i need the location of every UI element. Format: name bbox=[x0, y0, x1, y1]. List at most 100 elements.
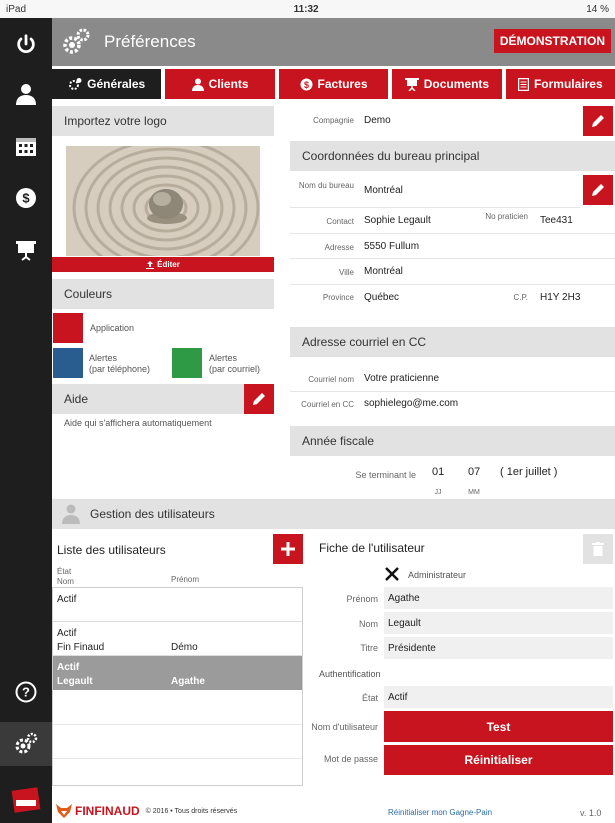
table-row[interactable]: Actif Fin Finaud Démo bbox=[53, 622, 302, 656]
user-icon bbox=[191, 78, 204, 91]
users-list-title: Liste des utilisateurs bbox=[57, 543, 166, 557]
edit-logo-button[interactable]: Éditer bbox=[52, 257, 274, 272]
fiscal-section-title: Année fiscale bbox=[302, 434, 375, 448]
dollar-icon: $ bbox=[300, 78, 312, 90]
dollar-icon[interactable]: $ bbox=[0, 176, 52, 220]
preferences-gears-icon bbox=[63, 28, 90, 54]
title-bar: Préférences DÉMONSTRATION bbox=[52, 18, 615, 66]
first-name-label: Prénom bbox=[346, 594, 378, 604]
fiscal-note: ( 1er juillet ) bbox=[500, 466, 558, 478]
fiscal-month-value[interactable]: 07 bbox=[468, 466, 480, 478]
admin-label: Administrateur bbox=[408, 570, 467, 580]
company-label: Compagnie bbox=[313, 116, 354, 125]
postal-code-value[interactable]: H1Y 2H3 bbox=[540, 292, 580, 303]
address-value[interactable]: 5550 Fullum bbox=[364, 241, 419, 252]
plus-icon bbox=[281, 542, 295, 556]
copyright: © 2016 • Tous droits réservés bbox=[145, 807, 238, 815]
trash-icon bbox=[592, 542, 604, 556]
edit-help-button[interactable] bbox=[244, 384, 274, 414]
colors-section-header: Couleurs bbox=[52, 279, 274, 309]
user-name: Legault bbox=[57, 676, 93, 687]
logo-image[interactable] bbox=[66, 146, 260, 256]
fiscal-day-value[interactable]: 01 bbox=[432, 466, 444, 478]
col-name-header: Nom bbox=[57, 577, 74, 586]
alerts-phone-label: Alertes bbox=[89, 353, 118, 363]
pencil-icon bbox=[592, 184, 604, 196]
svg-text:?: ? bbox=[22, 685, 30, 700]
power-icon[interactable] bbox=[0, 22, 52, 66]
application-color-swatch[interactable] bbox=[53, 313, 83, 343]
tab-general[interactable]: Générales bbox=[52, 69, 162, 99]
close-x-icon bbox=[385, 567, 399, 581]
help-section-title: Aide bbox=[64, 392, 89, 406]
office-name-value[interactable]: Montréal bbox=[364, 185, 403, 196]
footer-brand: FINFINAUD © 2016 • Tous droits réservés bbox=[56, 804, 237, 818]
edit-logo-label: Éditer bbox=[157, 260, 180, 269]
delete-user-button[interactable] bbox=[583, 534, 613, 564]
admin-checkbox[interactable] bbox=[384, 566, 400, 582]
logo-section-title: Importez votre logo bbox=[64, 114, 167, 128]
job-title-label: Titre bbox=[360, 643, 378, 653]
city-value[interactable]: Montréal bbox=[364, 266, 403, 277]
app-logo-icon bbox=[0, 778, 52, 822]
user-icon[interactable] bbox=[0, 72, 52, 116]
practitioner-no-value[interactable]: Tee431 bbox=[540, 215, 573, 226]
province-value[interactable]: Québec bbox=[364, 292, 399, 303]
province-label: Province bbox=[322, 293, 354, 302]
fiscal-day-label: JJ bbox=[434, 489, 442, 496]
application-color-label: Application bbox=[90, 323, 135, 333]
tab-clients[interactable]: Clients bbox=[165, 69, 275, 99]
alerts-phone-color-swatch[interactable] bbox=[53, 348, 83, 378]
tab-documents[interactable]: Documents bbox=[392, 69, 502, 99]
upload-icon bbox=[146, 260, 155, 269]
svg-text:$: $ bbox=[22, 191, 30, 206]
alerts-email-sublabel: (par courriel) bbox=[209, 364, 261, 374]
office-name-label: Nom du bureau bbox=[298, 181, 354, 190]
cc-email-value[interactable]: sophielego@me.com bbox=[364, 398, 458, 409]
company-value[interactable]: Demo bbox=[364, 115, 391, 126]
last-name-field[interactable]: Legault bbox=[384, 612, 613, 634]
demo-badge[interactable]: DÉMONSTRATION bbox=[493, 29, 611, 53]
help-section-header: Aide bbox=[52, 384, 274, 414]
first-name-field[interactable]: Agathe bbox=[384, 587, 613, 609]
edit-office-button[interactable] bbox=[583, 175, 613, 205]
tab-forms[interactable]: Formulaires bbox=[505, 69, 615, 99]
reset-password-button[interactable]: Réinitialiser bbox=[384, 745, 613, 775]
divider bbox=[53, 724, 302, 725]
contact-label: Contact bbox=[326, 217, 354, 226]
tab-invoices[interactable]: $ Factures bbox=[278, 69, 389, 99]
postal-code-label: C.P. bbox=[513, 293, 528, 302]
edit-company-button[interactable] bbox=[583, 106, 613, 136]
job-title-field[interactable]: Présidente bbox=[384, 637, 613, 659]
cc-section-header: Adresse courriel en CC bbox=[290, 327, 615, 357]
alerts-email-label: Alertes bbox=[209, 353, 238, 363]
gears-icon bbox=[69, 78, 82, 90]
cc-name-label: Courriel nom bbox=[308, 375, 354, 384]
office-section-title: Coordonnées du bureau principal bbox=[302, 149, 480, 163]
alerts-phone-sublabel: (par téléphone) bbox=[89, 364, 151, 374]
side-nav: $ ? bbox=[0, 18, 52, 823]
add-user-button[interactable] bbox=[273, 534, 303, 564]
divider bbox=[290, 284, 615, 285]
users-section-title: Gestion des utilisateurs bbox=[90, 507, 215, 521]
fiscal-ending-label: Se terminant le bbox=[355, 470, 416, 480]
divider bbox=[290, 391, 615, 392]
username-button[interactable]: Test bbox=[384, 711, 613, 742]
document-icon bbox=[517, 77, 529, 91]
contact-value[interactable]: Sophie Legault bbox=[364, 215, 431, 226]
pencil-icon bbox=[592, 115, 604, 127]
table-row-selected[interactable]: Actif Legault Agathe bbox=[53, 656, 302, 690]
alerts-email-color-swatch[interactable] bbox=[172, 348, 202, 378]
help-icon[interactable]: ? bbox=[0, 670, 52, 714]
practitioner-no-label: No praticien bbox=[485, 212, 528, 221]
cc-name-value[interactable]: Votre praticienne bbox=[364, 373, 439, 384]
col-state-header: État bbox=[57, 567, 72, 576]
table-row[interactable]: Actif bbox=[53, 588, 302, 622]
office-section-header: Coordonnées du bureau principal bbox=[290, 141, 615, 171]
calendar-icon[interactable] bbox=[0, 124, 52, 168]
presentation-icon[interactable] bbox=[0, 228, 52, 272]
auth-state-field[interactable]: Actif bbox=[384, 686, 613, 708]
reset-app-link[interactable]: Réinitialiser mon Gagne-Pain bbox=[388, 808, 492, 817]
page-title: Préférences bbox=[104, 32, 196, 51]
settings-gears-icon[interactable] bbox=[0, 722, 52, 766]
